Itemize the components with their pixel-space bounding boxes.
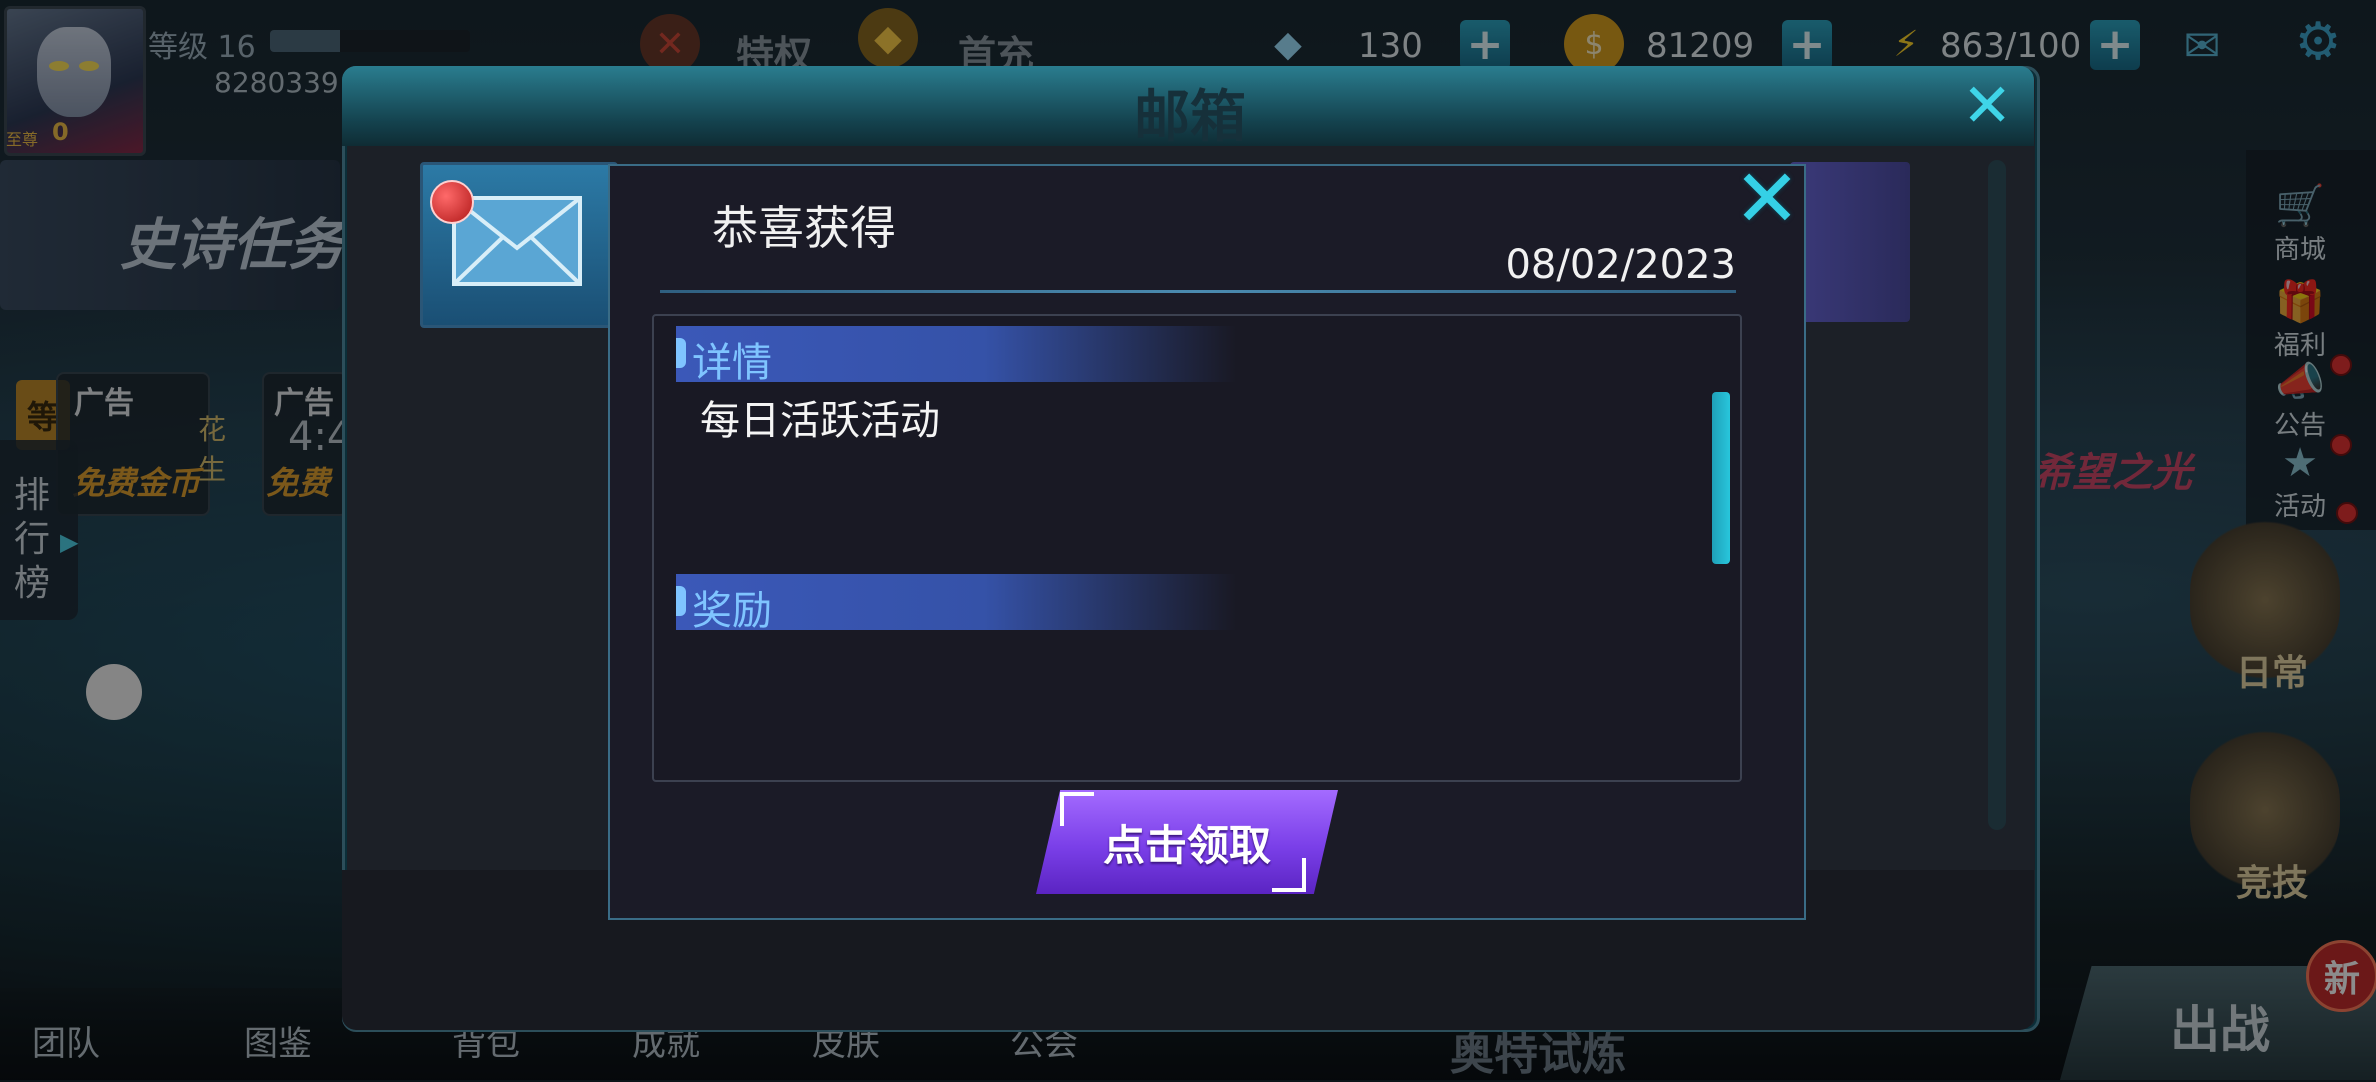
details-label: 详情 <box>692 340 772 386</box>
popup-title: 恭喜获得 <box>712 201 896 255</box>
popup-divider <box>660 290 1736 293</box>
rewards-marker <box>676 586 686 616</box>
claim-corner-bottom <box>1272 858 1306 892</box>
details-text: 每日活跃活动 <box>700 398 940 444</box>
unread-dot <box>430 180 474 224</box>
popup-date: 08/02/2023 <box>1505 242 1736 288</box>
claim-corner-top <box>1060 792 1094 826</box>
mail-content-box <box>652 314 1742 782</box>
mailbox-close-icon[interactable]: ✕ <box>1962 76 2012 136</box>
rewards-label: 奖励 <box>692 588 772 634</box>
mailbox-scrollbar[interactable] <box>1988 160 2006 830</box>
claim-button-label: 点击领取 <box>1102 820 1271 870</box>
details-marker <box>676 338 686 368</box>
mail-list-item-right[interactable] <box>1790 162 1910 322</box>
mailbox-title: 邮箱 <box>1134 85 1246 150</box>
content-scrollbar[interactable] <box>1712 392 1730 564</box>
popup-close-icon[interactable]: ✕ <box>1732 159 1802 239</box>
